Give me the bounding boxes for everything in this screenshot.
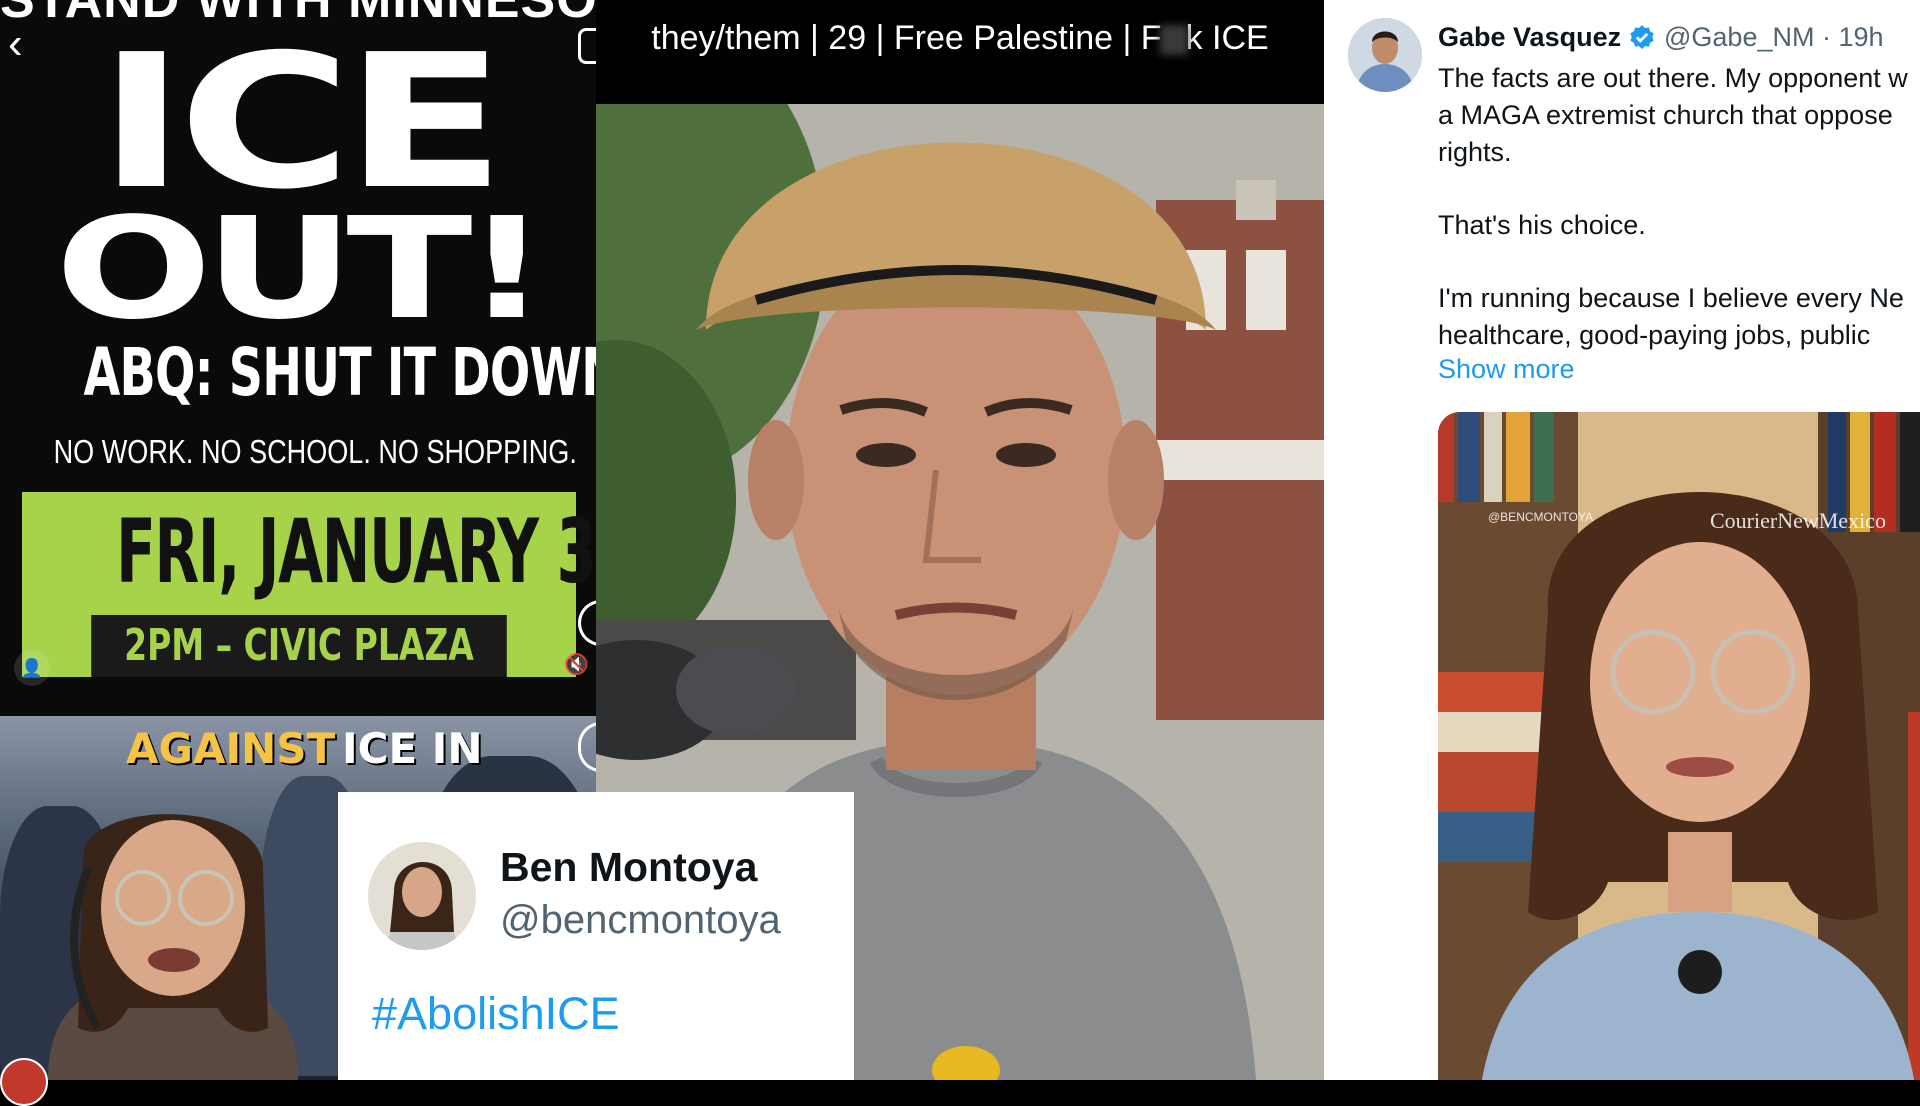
tweet-text: The facts are out there. My opponent w a …	[1438, 60, 1920, 390]
hashtag-link[interactable]: #AbolishICE	[372, 988, 620, 1040]
tweet-line: The facts are out there. My opponent w	[1438, 63, 1908, 93]
tweet-line: rights.	[1438, 137, 1512, 167]
avatar[interactable]	[368, 842, 476, 950]
user-icon[interactable]: 👤	[14, 650, 50, 686]
avatar[interactable]	[1348, 18, 1422, 92]
side-control-icon[interactable]	[578, 600, 596, 646]
channel-badge-icon	[0, 1058, 48, 1106]
caption-suffix: k ICE	[1185, 19, 1269, 57]
gabe-name[interactable]: Gabe Vasquez	[1438, 22, 1621, 53]
protest-poster-video[interactable]: STAND WITH MINNESOTA ICE OUT! ABQ: SHUT …	[0, 0, 596, 716]
poster-subhead: ABQ: SHUT IT DOWN!	[83, 334, 596, 411]
media-source-watermark: CourierNewMexico	[1710, 508, 1886, 533]
poster-date: FRI, JANUARY 30	[116, 500, 596, 603]
avatar-image	[1348, 18, 1422, 92]
tweet-line: healthcare, good-paying jobs, public	[1438, 320, 1871, 350]
censor-blur	[1159, 25, 1188, 56]
copy-icon[interactable]	[578, 28, 596, 64]
avatar-image	[368, 842, 476, 950]
person-left-figure	[48, 814, 298, 1080]
side-control-icon[interactable]	[578, 722, 596, 772]
media-handle-watermark: @BENCMONTOYA	[1488, 510, 1594, 524]
ben-name[interactable]: Ben Montoya	[500, 844, 757, 891]
gabe-vasquez-tweet: Gabe Vasquez @Gabe_NM · 19h The facts ar…	[1324, 0, 1920, 1080]
protest-caption-ice-in: ICE IN	[342, 724, 483, 773]
protest-caption-against: AGAINST	[126, 724, 336, 773]
poster-headline-out: OUT!	[55, 188, 549, 351]
mute-icon[interactable]: 🔇	[564, 652, 594, 682]
tweet-line: That's his choice.	[1438, 210, 1646, 240]
center-video-caption: they/them | 29 | Free Palestine | F k ICE	[596, 0, 1324, 104]
tweet-line: I'm running because I believe every Ne	[1438, 283, 1904, 313]
poster-time-place: 2PM – CIVIC PLAZA	[91, 615, 507, 677]
ben-montoya-tweet-card[interactable]: Ben Montoya @bencmontoya #AbolishICE	[338, 792, 854, 1080]
show-more-link[interactable]: Show more	[1438, 354, 1575, 385]
chevron-left-icon[interactable]: ‹	[8, 22, 36, 66]
gabe-handle-time[interactable]: @Gabe_NM · 19h	[1664, 22, 1884, 53]
verified-badge-icon	[1630, 25, 1654, 49]
poster-tagline: NO WORK. NO SCHOOL. NO SHOPPING.	[53, 433, 577, 470]
tweet-video[interactable]: @BENCMONTOYA CourierNewMexico	[1438, 412, 1920, 1080]
caption-prefix: they/them | 29 | Free Palestine | F	[651, 19, 1162, 57]
poster-date-box: FRI, JANUARY 30 2PM – CIVIC PLAZA	[22, 492, 596, 677]
ben-handle[interactable]: @bencmontoya	[500, 898, 781, 943]
tweet-line: a MAGA extremist church that oppose	[1438, 100, 1893, 130]
